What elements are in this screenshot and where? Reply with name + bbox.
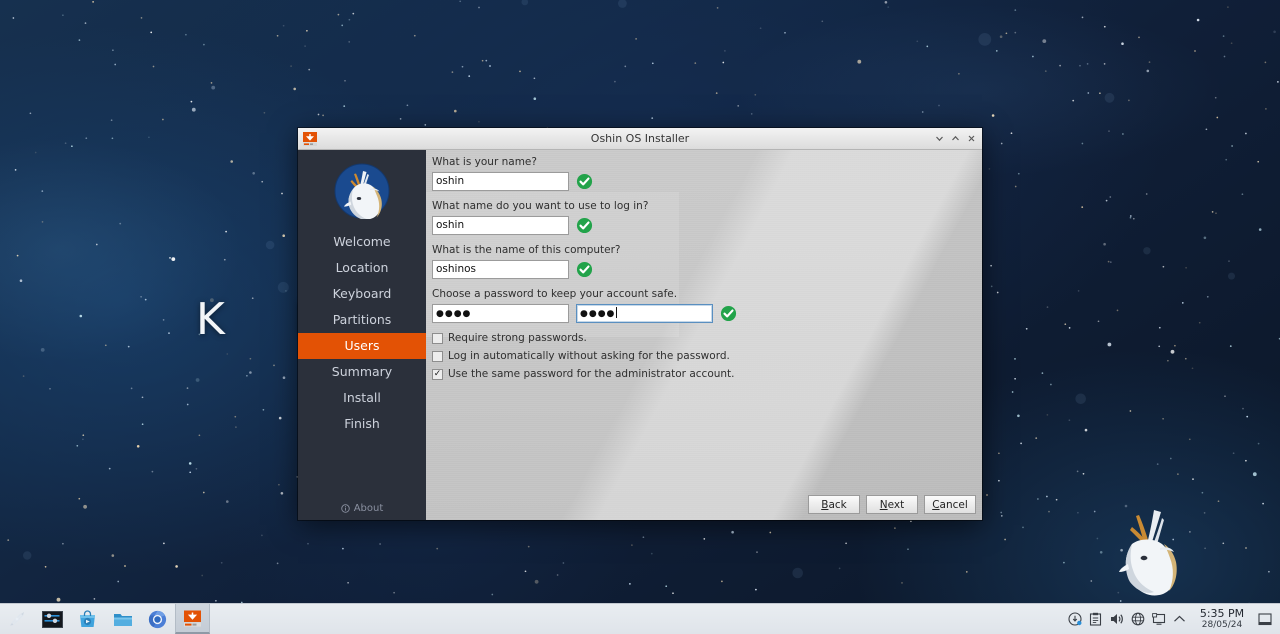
taskbar: 5:35 PM 28/05/24 (0, 603, 1280, 634)
taskbar-clock[interactable]: 5:35 PM 28/05/24 (1190, 606, 1254, 631)
require-strong-passwords-label: Require strong passwords. (448, 332, 587, 344)
cancel-button[interactable]: Cancel (924, 495, 976, 514)
autologin-label: Log in automatically without asking for … (448, 350, 730, 362)
network-globe-icon[interactable] (1127, 604, 1148, 634)
back-label-rest: ack (828, 498, 847, 511)
fullname-row: oshin (432, 172, 976, 191)
users-form: What is your name? oshin What name do yo… (432, 156, 976, 386)
system-tray: 5:35 PM 28/05/24 (1064, 604, 1280, 634)
green-check-icon (576, 173, 593, 190)
kde-menu-icon (9, 612, 24, 626)
installer-download-icon (184, 610, 201, 627)
maximize-icon[interactable] (947, 130, 963, 148)
deer-head-logo-icon (334, 163, 390, 219)
window-title: Oshin OS Installer (590, 132, 690, 145)
password-label: Choose a password to keep your account s… (432, 288, 678, 300)
dialog-footer-buttons: Back Next Cancel (808, 495, 976, 514)
installer-window[interactable]: Oshin OS Installer Welcome Location Keyb… (298, 128, 982, 520)
taskbar-chromium-button[interactable] (140, 604, 175, 634)
file-manager-icon (113, 613, 132, 626)
installer-download-icon (303, 131, 317, 146)
updates-icon[interactable] (1064, 604, 1085, 634)
hostname-label: What is the name of this computer? (432, 244, 621, 256)
close-icon[interactable] (963, 130, 979, 148)
username-input[interactable]: oshin (432, 216, 569, 235)
hostname-input[interactable]: oshinos (432, 260, 569, 279)
autologin-row[interactable]: Log in automatically without asking for … (432, 350, 976, 362)
terminal-icon (42, 610, 63, 628)
fullname-input[interactable]: oshin (432, 172, 569, 191)
desktop[interactable]: K E Oshin OS Installer Welcome Location … (0, 0, 1280, 634)
next-label-rest: ext (887, 498, 905, 511)
software-store-icon (80, 609, 95, 627)
same-admin-password-label: Use the same password for the administra… (448, 368, 735, 380)
about-label: About (353, 502, 384, 514)
sidebar-item-partitions[interactable]: Partitions (298, 307, 426, 333)
require-strong-passwords-row[interactable]: Require strong passwords. (432, 332, 976, 344)
cancel-label-rest: ancel (939, 498, 968, 511)
require-strong-passwords-checkbox[interactable] (432, 332, 443, 344)
info-icon (340, 503, 350, 513)
same-admin-password-checkbox[interactable] (432, 368, 443, 380)
show-desktop-button[interactable] (1254, 604, 1276, 634)
taskbar-launchers (0, 604, 210, 634)
installer-nav-list[interactable]: Welcome Location Keyboard Partitions Use… (298, 229, 426, 437)
password-confirm-input[interactable]: ●●●● (576, 304, 713, 323)
username-label: What name do you want to use to log in? (432, 200, 649, 212)
password-confirm-masked-value: ●●●● (580, 309, 616, 319)
sidebar-item-keyboard[interactable]: Keyboard (298, 281, 426, 307)
green-check-icon (720, 305, 737, 322)
text-caret (616, 307, 618, 318)
sidebar-item-location[interactable]: Location (298, 255, 426, 281)
sidebar-item-summary[interactable]: Summary (298, 359, 426, 385)
back-mnemonic: B (821, 498, 829, 511)
password-input[interactable]: ●●●● (432, 304, 569, 323)
taskbar-kde-menu-button[interactable] (0, 604, 35, 634)
sidebar-item-finish[interactable]: Finish (298, 411, 426, 437)
autologin-checkbox[interactable] (432, 350, 443, 362)
wallpaper-deer-logo-icon (1119, 510, 1177, 596)
installer-content-pane: What is your name? oshin What name do yo… (426, 150, 982, 520)
clipboard-icon[interactable] (1085, 604, 1106, 634)
show-desktop-icon (1258, 612, 1272, 625)
next-button[interactable]: Next (866, 495, 918, 514)
installer-sidebar: Welcome Location Keyboard Partitions Use… (298, 150, 426, 520)
window-body: Welcome Location Keyboard Partitions Use… (298, 150, 982, 520)
green-check-icon (576, 217, 593, 234)
sidebar-item-install[interactable]: Install (298, 385, 426, 411)
sidebar-item-users[interactable]: Users (298, 333, 426, 359)
minimize-icon[interactable] (931, 130, 947, 148)
taskbar-terminal-button[interactable] (35, 604, 70, 634)
window-titlebar[interactable]: Oshin OS Installer (298, 128, 982, 150)
password-masked-value: ●●●● (436, 309, 472, 319)
taskbar-installer-task[interactable] (175, 604, 210, 634)
volume-icon[interactable] (1106, 604, 1127, 634)
cancel-mnemonic: C (932, 498, 940, 511)
hostname-row: oshinos (432, 260, 976, 279)
window-controls[interactable] (931, 130, 982, 148)
password-row: ●●●● ●●●● (432, 304, 976, 323)
username-row: oshin (432, 216, 976, 235)
clock-date: 28/05/24 (1201, 619, 1243, 630)
taskbar-software-store-button[interactable] (70, 604, 105, 634)
back-button[interactable]: Back (808, 495, 860, 514)
taskbar-file-manager-button[interactable] (105, 604, 140, 634)
same-admin-password-row[interactable]: Use the same password for the administra… (432, 368, 976, 380)
chromium-browser-icon (148, 610, 167, 628)
next-mnemonic: N (879, 498, 888, 511)
sidebar-item-welcome[interactable]: Welcome (298, 229, 426, 255)
chevron-up-icon[interactable] (1169, 604, 1190, 634)
green-check-icon (576, 261, 593, 278)
clock-time: 5:35 PM (1199, 606, 1245, 620)
fullname-label: What is your name? (432, 156, 537, 168)
display-icon[interactable] (1148, 604, 1169, 634)
about-button[interactable]: About (298, 496, 426, 520)
